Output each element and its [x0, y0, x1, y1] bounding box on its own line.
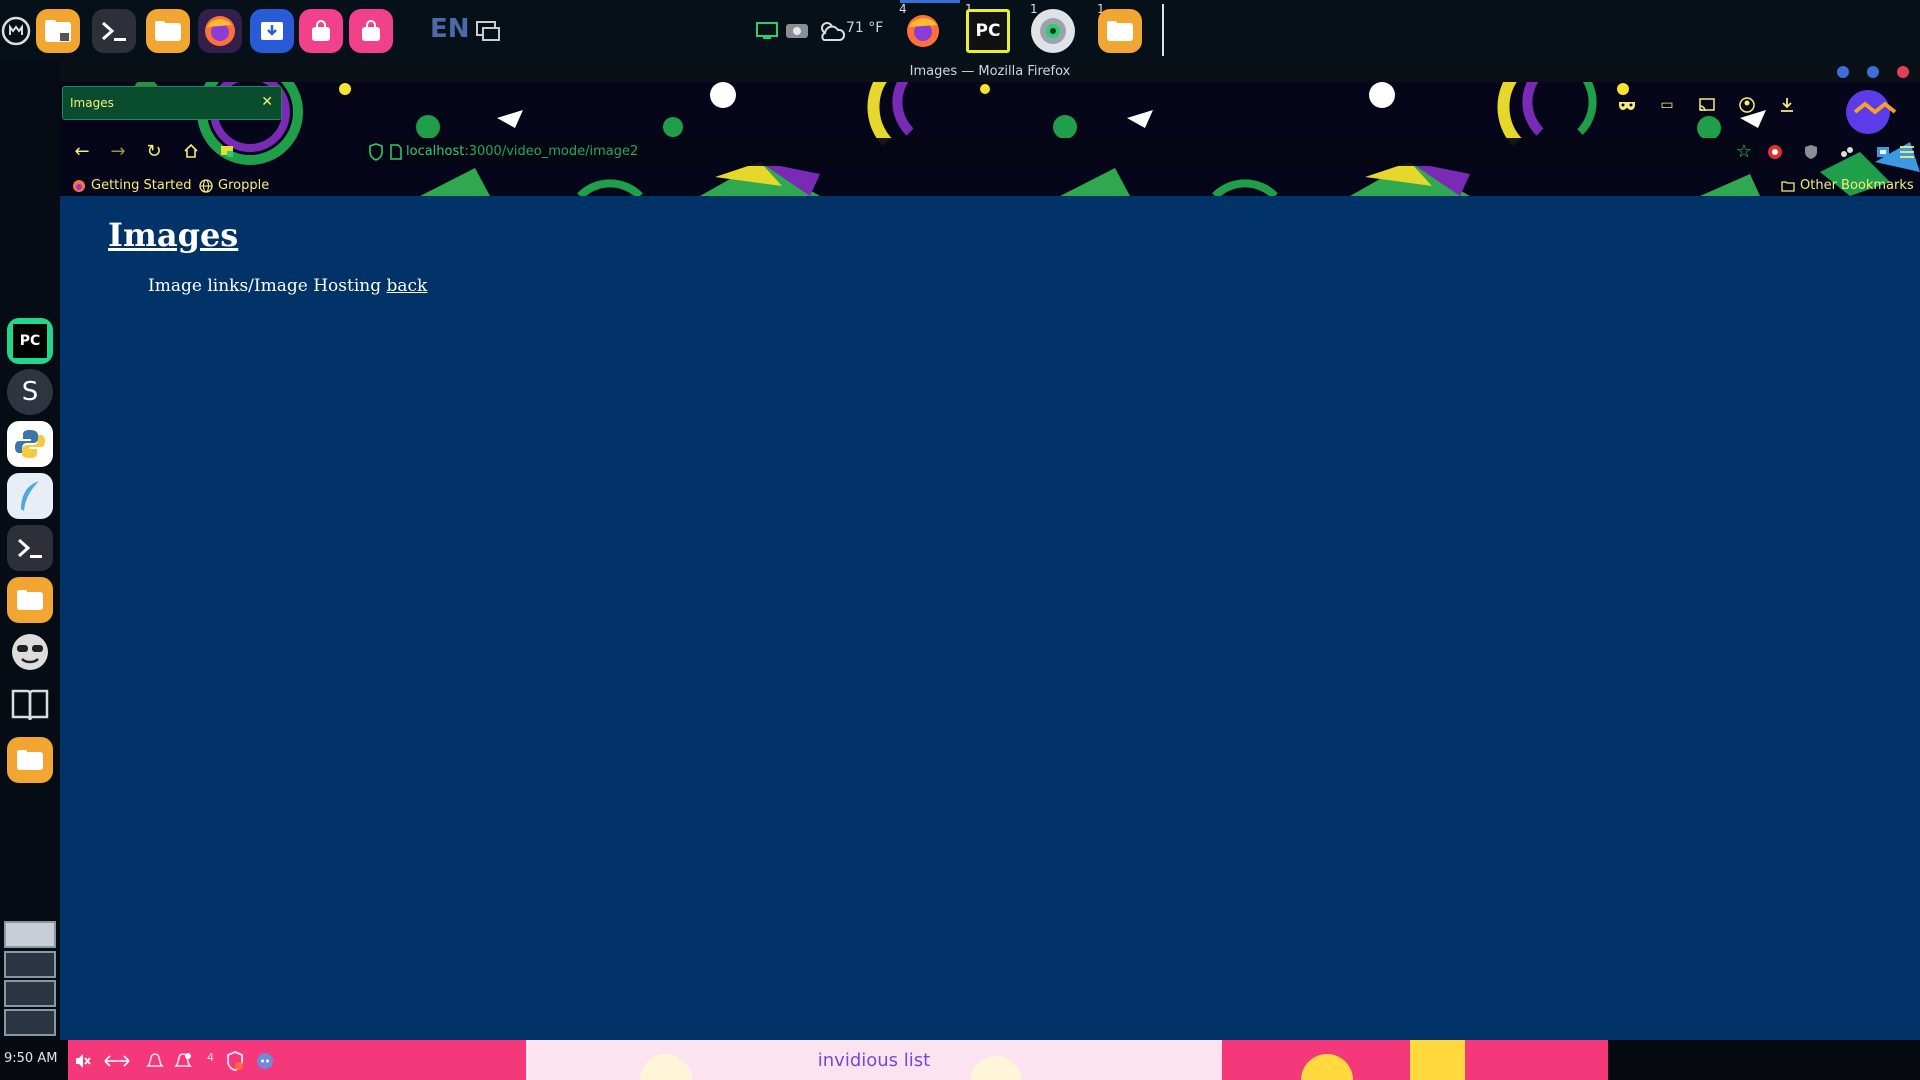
bookmark-gropple[interactable]: Gropple — [199, 178, 269, 193]
window-title: Images — Mozilla Firefox — [909, 64, 1071, 79]
bookmark-star-icon[interactable]: ☆ — [1736, 141, 1752, 162]
weather-icon[interactable] — [814, 9, 848, 53]
firefox-task-icon[interactable] — [901, 9, 945, 53]
home-button[interactable] — [179, 139, 203, 163]
tracking-shield-icon[interactable] — [368, 143, 384, 165]
page-content: Images Image links/Image Hosting back — [60, 196, 1920, 1040]
tab-close-icon[interactable]: ✕ — [261, 94, 273, 110]
python-launcher-icon[interactable] — [7, 421, 53, 467]
clock[interactable]: 9:50 AM — [4, 1051, 57, 1066]
other-bookmarks-label: Other Bookmarks — [1800, 178, 1914, 193]
sunglasses-face-icon[interactable] — [7, 629, 53, 675]
taskbar-window-button[interactable]: 4 invidious list — [68, 1040, 1608, 1080]
workspace-1[interactable] — [4, 921, 56, 948]
minimize-button[interactable] — [1837, 66, 1849, 78]
maximize-button[interactable] — [1867, 66, 1879, 78]
firefox-bookmark-icon — [73, 179, 85, 192]
cast-icon[interactable] — [1697, 95, 1717, 115]
bottom-panel: 9:50 AM 4 invidious list — [0, 1040, 1920, 1080]
downloads-icon[interactable] — [1777, 95, 1797, 115]
folder-icon — [1781, 180, 1795, 192]
page-text: Image links/Image Hosting — [148, 276, 382, 296]
extension-dots-icon[interactable] — [1837, 142, 1857, 162]
url-host: localhost — [406, 144, 465, 159]
pycharm-launcher-icon[interactable]: PC — [7, 318, 53, 364]
terminal-launcher-icon[interactable] — [7, 525, 53, 571]
mute-icon[interactable] — [72, 1050, 94, 1072]
pycharm-task-icon[interactable]: PC — [966, 9, 1010, 53]
reload-button[interactable]: ↻ — [142, 139, 166, 163]
workspace-2[interactable] — [4, 951, 56, 978]
camera-icon[interactable] — [782, 9, 812, 53]
terminal-app-icon[interactable] — [92, 9, 136, 53]
download-manager-icon[interactable] — [250, 9, 294, 53]
taskbar-label-box[interactable]: invidious list — [526, 1040, 1222, 1080]
monitor-window-count: 1 — [1030, 2, 1038, 16]
workspace-4[interactable] — [4, 1009, 56, 1036]
forward-button[interactable]: → — [106, 139, 130, 163]
bookmark-label: Getting Started — [91, 178, 192, 193]
extension-puzzle-icon[interactable] — [1873, 142, 1893, 162]
menu-icon[interactable] — [0, 9, 32, 53]
url-bar[interactable]: localhost:3000/video_mode/image2 ☆ — [362, 138, 1758, 166]
feather-launcher-icon[interactable] — [7, 473, 53, 519]
left-dock: PC S — [0, 61, 60, 1040]
extension-note-icon[interactable] — [215, 139, 239, 163]
files-app-icon[interactable] — [36, 9, 80, 53]
sublime-launcher-icon[interactable]: S — [7, 369, 53, 415]
folder-launcher-icon[interactable] — [7, 577, 53, 623]
window-titlebar[interactable]: Images — Mozilla Firefox — [60, 61, 1920, 82]
globe-icon — [199, 178, 213, 193]
url-text: localhost:3000/video_mode/image2 — [406, 144, 638, 159]
top-panel: EN 71 °F 4 1 PC 1 1 — [0, 0, 1920, 61]
page-info-icon[interactable] — [390, 144, 402, 164]
back-link[interactable]: back — [387, 276, 428, 296]
extension-shield-icon[interactable] — [1801, 142, 1821, 162]
monitor-icon[interactable] — [752, 9, 782, 53]
discord-icon[interactable] — [254, 1050, 276, 1072]
account-icon[interactable] — [1737, 95, 1757, 115]
extension-mask-icon[interactable] — [1617, 95, 1637, 115]
store-bag-icon-2[interactable] — [349, 9, 393, 53]
panel-divider — [1162, 4, 1164, 56]
book-launcher-icon[interactable] — [7, 681, 53, 727]
active-window-indicator — [900, 0, 960, 3]
page-description: Image links/Image Hosting back — [148, 276, 427, 296]
tab-title: Images — [70, 96, 114, 110]
firefox-window: Images — Mozilla Firefox Images ✕ ▭ ← → … — [60, 61, 1920, 1040]
window-switcher-icon[interactable] — [470, 9, 506, 53]
store-bag-icon[interactable] — [299, 9, 343, 53]
bell-icon[interactable] — [144, 1050, 166, 1072]
weather-temperature: 71 °F — [846, 20, 884, 36]
bookmark-getting-started[interactable]: Getting Started — [72, 178, 192, 193]
taskbar-decoration-right — [1301, 1040, 1465, 1080]
files-task-icon[interactable] — [1098, 9, 1142, 53]
security-shield-icon[interactable] — [224, 1050, 246, 1072]
other-bookmarks-folder[interactable]: Other Bookmarks — [1781, 178, 1914, 193]
notifications-icon[interactable] — [172, 1050, 194, 1072]
workspace-3[interactable] — [4, 980, 56, 1007]
tab-images[interactable]: Images ✕ — [62, 86, 282, 120]
back-button[interactable]: ← — [70, 139, 94, 163]
close-window-button[interactable] — [1897, 66, 1909, 78]
notification-count: 4 — [207, 1051, 214, 1064]
app-menu-icon[interactable] — [1897, 142, 1917, 162]
folder-app-icon[interactable] — [146, 9, 190, 53]
tab-container-icon[interactable]: ▭ — [1657, 95, 1677, 115]
url-path: :3000/video_mode/image2 — [464, 144, 639, 159]
taskbar-window-label: invidious list — [817, 1050, 931, 1071]
arrows-icon[interactable] — [102, 1050, 132, 1072]
browser-toolbar-area: Images ✕ ▭ ← → ↻ localhost:3000/video_mo… — [60, 82, 1920, 196]
extension-red-icon[interactable] — [1765, 142, 1785, 162]
language-indicator[interactable]: EN — [430, 14, 470, 44]
files-launcher-icon[interactable] — [7, 737, 53, 783]
firefox-app-icon[interactable] — [198, 9, 242, 53]
page-title: Images — [108, 216, 239, 254]
bookmark-label: Gropple — [218, 178, 270, 193]
system-monitor-task-icon[interactable] — [1031, 9, 1075, 53]
